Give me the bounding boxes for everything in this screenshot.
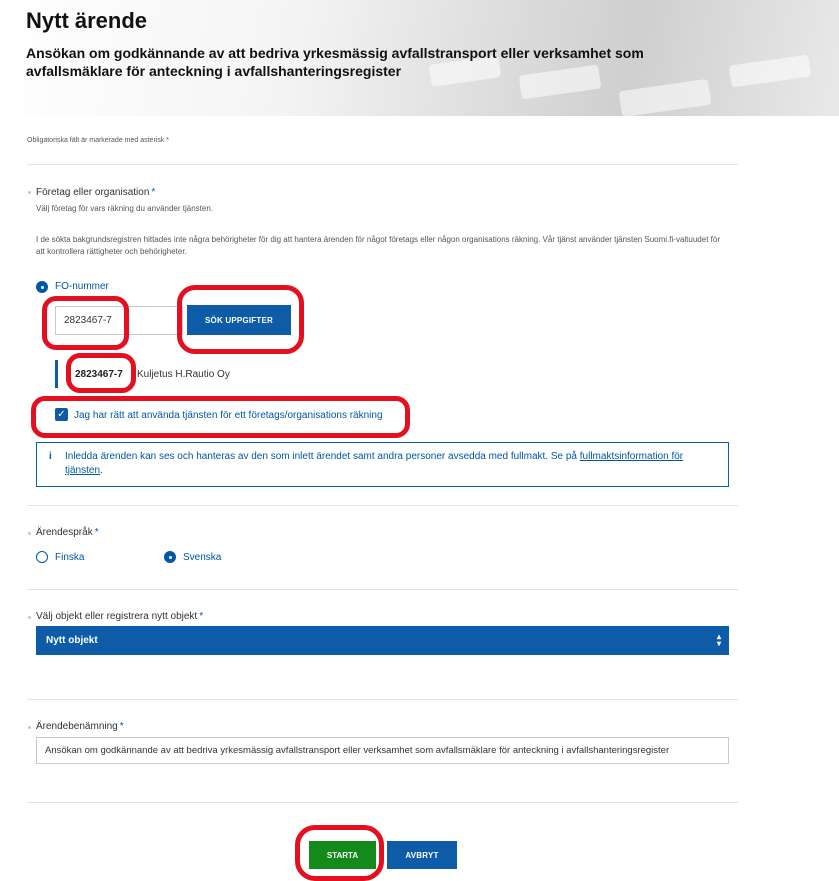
annotation-highlight-result-id	[66, 353, 136, 393]
result-accent-bar	[55, 360, 58, 388]
banner-decoration	[728, 54, 812, 88]
page-title: Nytt ärende	[26, 8, 148, 33]
divider	[27, 164, 738, 165]
object-select-value: Nytt objekt	[46, 635, 98, 646]
section-dot	[28, 191, 31, 194]
annotation-highlight-start-button	[295, 825, 384, 881]
cancel-button[interactable]: AVBRYT	[387, 841, 457, 869]
result-org-name: Kuljetus H.Rautio Oy	[137, 369, 230, 380]
info-icon: i	[49, 451, 52, 462]
language-option-finnish[interactable]: Finska	[55, 552, 84, 563]
language-radio-finnish[interactable]	[36, 551, 48, 563]
object-select[interactable]: Nytt objekt ▴ ▾	[36, 626, 729, 655]
annotation-highlight-search-button	[177, 285, 304, 354]
language-radio-swedish[interactable]	[164, 551, 176, 563]
page-subtitle: Ansökan om godkännande av att bedriva yr…	[26, 45, 644, 79]
info-box: i Inledda ärenden kan ses och hanteras a…	[36, 442, 729, 487]
language-option-swedish[interactable]: Svenska	[183, 552, 221, 563]
annotation-highlight-id-input	[42, 296, 129, 350]
case-name-input[interactable]	[36, 737, 729, 764]
banner-decoration	[618, 78, 712, 116]
divider	[27, 505, 738, 506]
object-label: Välj objekt eller registrera nytt objekt…	[36, 611, 204, 622]
required-note: Obligatoriska fält är markerade med aste…	[27, 137, 169, 144]
page-header: Nytt ärende Ansökan om godkännande av at…	[0, 0, 839, 116]
select-arrows-icon: ▴ ▾	[716, 632, 721, 648]
info-text: Inledda ärenden kan ses och hanteras av …	[65, 451, 684, 476]
divider	[27, 589, 738, 590]
divider	[27, 699, 738, 700]
section-dot	[28, 616, 31, 619]
organization-notice: I de sökta bakgrundsregistren hittades i…	[36, 235, 720, 256]
fo-number-label: FO-nummer	[55, 281, 109, 292]
organization-help: Välj företag för vars räkning du använde…	[36, 204, 213, 213]
annotation-highlight-checkbox	[31, 396, 410, 438]
fo-number-radio[interactable]	[36, 281, 48, 293]
section-dot	[28, 726, 31, 729]
organization-label: Företag eller organisation *	[36, 187, 156, 198]
case-name-label: Ärendebenämning *	[36, 721, 124, 732]
section-dot	[28, 532, 31, 535]
divider	[27, 802, 738, 803]
language-label: Ärendespråk *	[36, 527, 99, 538]
